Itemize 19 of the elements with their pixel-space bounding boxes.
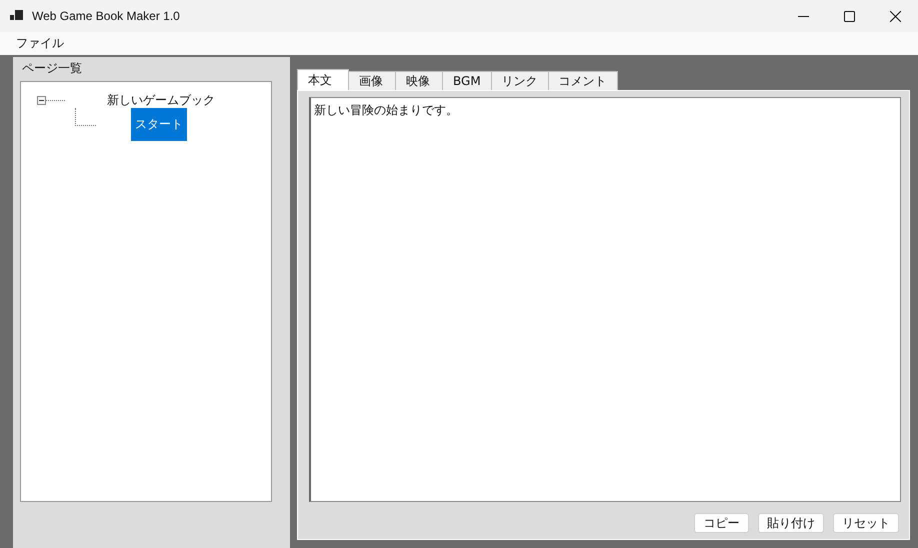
- body-text-field[interactable]: 新しい冒険の始まりです。: [309, 97, 901, 502]
- tree-node[interactable]: 新しいゲームブック: [103, 92, 219, 108]
- action-button[interactable]: リセット: [833, 513, 899, 533]
- tab[interactable]: 画像: [348, 71, 396, 90]
- close-icon: [890, 10, 900, 22]
- collapse-icon[interactable]: [37, 96, 46, 104]
- app-icon: [10, 10, 24, 22]
- tab[interactable]: コメント: [548, 71, 618, 90]
- action-button[interactable]: 貼り付け: [758, 513, 824, 533]
- menu-item[interactable]: ファイル: [8, 35, 72, 52]
- tab[interactable]: BGM: [442, 71, 492, 90]
- maximize-icon: [844, 10, 854, 22]
- window-title: Web Game Book Maker 1.0: [32, 9, 180, 23]
- tab[interactable]: 映像: [395, 71, 443, 90]
- tab[interactable]: 本文: [297, 69, 349, 90]
- action-button[interactable]: コピー: [694, 513, 749, 533]
- tab[interactable]: リンク: [490, 71, 549, 90]
- panel-title: ページ一覧: [22, 60, 83, 77]
- tree-node[interactable]: スタート: [131, 108, 187, 141]
